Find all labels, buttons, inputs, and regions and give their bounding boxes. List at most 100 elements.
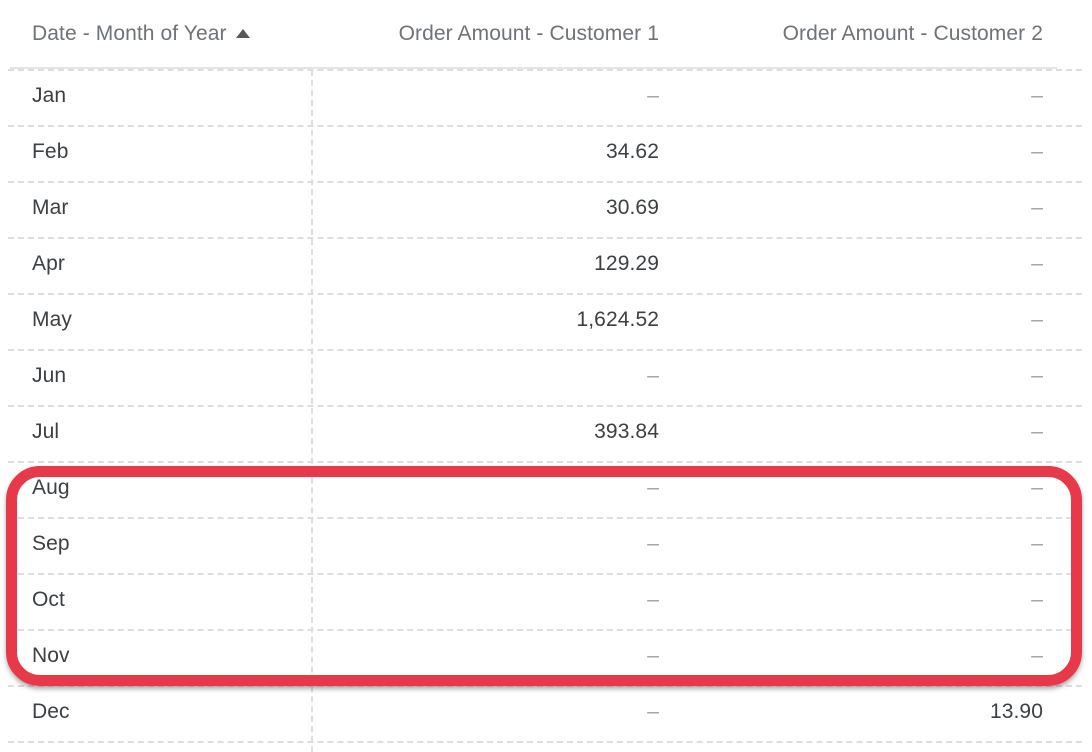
- null-value-dash: –: [1031, 476, 1043, 499]
- null-value-dash: –: [647, 700, 659, 723]
- null-value-dash: –: [1031, 588, 1043, 611]
- row-divider: [8, 125, 1082, 127]
- null-value-dash: –: [647, 644, 659, 667]
- month-cell-label: Apr: [32, 252, 65, 275]
- customer-1-value-cell: –: [311, 572, 683, 628]
- month-cell: Jun: [0, 348, 311, 404]
- customer-2-value-cell: –: [683, 572, 1092, 628]
- month-cell: Oct: [0, 572, 311, 628]
- customer-1-value-cell: –: [311, 68, 683, 124]
- month-cell: May: [0, 292, 311, 348]
- month-cell-label: Oct: [32, 588, 65, 611]
- customer-2-value-cell: –: [683, 460, 1092, 516]
- null-value-dash: –: [1031, 84, 1043, 107]
- customer-2-value-cell: –: [683, 124, 1092, 180]
- header-row: Date - Month of Year Order Amount - Cust…: [0, 0, 1092, 68]
- customer-1-value-cell-label: 34.62: [605, 140, 659, 163]
- month-cell: Feb: [0, 124, 311, 180]
- month-cell: Jan: [0, 68, 311, 124]
- table-row[interactable]: Jan – –: [0, 68, 1092, 124]
- table-row[interactable]: Mar 30.69 –: [0, 180, 1092, 236]
- month-cell: Dec: [0, 684, 311, 740]
- table-header: Date - Month of Year Order Amount - Cust…: [0, 0, 1092, 68]
- customer-1-value-cell: 34.62: [311, 124, 683, 180]
- column-header-customer-2[interactable]: Order Amount - Customer 2: [683, 0, 1092, 68]
- customer-1-value-cell-label: 1,624.52: [576, 308, 659, 331]
- customer-1-value-cell-label: 129.29: [594, 252, 659, 275]
- row-divider: [8, 405, 1082, 407]
- column-header-date-label: Date - Month of Year: [32, 22, 227, 45]
- null-value-dash: –: [1031, 140, 1043, 163]
- sort-ascending-triangle-icon[interactable]: [235, 29, 250, 38]
- customer-1-value-cell: –: [311, 516, 683, 572]
- month-cell: Aug: [0, 460, 311, 516]
- customer-2-value-cell: –: [683, 628, 1092, 684]
- month-cell-label: Sep: [32, 532, 70, 555]
- null-value-dash: –: [1031, 420, 1043, 443]
- table-row[interactable]: Feb 34.62 –: [0, 124, 1092, 180]
- month-cell-label: Jan: [32, 84, 67, 107]
- month-cell-label: May: [32, 308, 72, 331]
- customer-2-value-cell-label: 13.90: [989, 700, 1043, 723]
- column-header-date[interactable]: Date - Month of Year: [0, 0, 311, 68]
- row-divider: [8, 293, 1082, 295]
- customer-2-value-cell: –: [683, 68, 1092, 124]
- table-row[interactable]: May 1,624.52 –: [0, 292, 1092, 348]
- customer-2-value-cell: –: [683, 404, 1092, 460]
- table-body: Jan – – Feb 34.62 – Mar 30.69 – Apr 129.29 – May 1,62…: [0, 68, 1092, 740]
- customer-1-value-cell: 393.84: [311, 404, 683, 460]
- null-value-dash: –: [647, 532, 659, 555]
- customer-1-value-cell-label: 30.69: [605, 196, 659, 219]
- column-header-customer-2-label: Order Amount - Customer 2: [782, 22, 1043, 45]
- table-row[interactable]: Apr 129.29 –: [0, 236, 1092, 292]
- customer-1-value-cell: –: [311, 348, 683, 404]
- month-cell: Jul: [0, 404, 311, 460]
- customer-2-value-cell: –: [683, 348, 1092, 404]
- crosstab-viewport: Date - Month of Year Order Amount - Cust…: [0, 0, 1092, 752]
- customer-1-value-cell: –: [311, 684, 683, 740]
- customer-2-value-cell: –: [683, 236, 1092, 292]
- month-cell-label: Feb: [32, 140, 69, 163]
- null-value-dash: –: [647, 84, 659, 107]
- month-cell: Sep: [0, 516, 311, 572]
- month-cell-label: Jun: [32, 364, 67, 387]
- null-value-dash: –: [647, 364, 659, 387]
- null-value-dash: –: [1031, 364, 1043, 387]
- customer-1-value-cell: 1,624.52: [311, 292, 683, 348]
- customer-2-value-cell: –: [683, 180, 1092, 236]
- null-value-dash: –: [1031, 644, 1043, 667]
- customer-2-value-cell: –: [683, 292, 1092, 348]
- row-divider: [8, 741, 1082, 743]
- table-row[interactable]: Jul 393.84 –: [0, 404, 1092, 460]
- null-value-dash: –: [1031, 308, 1043, 331]
- month-cell-label: Aug: [32, 476, 70, 499]
- column-header-customer-1-label: Order Amount - Customer 1: [398, 22, 659, 45]
- customer-1-value-cell: –: [311, 460, 683, 516]
- customer-1-value-cell: 129.29: [311, 236, 683, 292]
- customer-1-value-cell: –: [311, 628, 683, 684]
- month-cell-label: Jul: [32, 420, 60, 443]
- row-divider: [8, 517, 1082, 519]
- row-divider: [8, 181, 1082, 183]
- month-cell: Apr: [0, 236, 311, 292]
- table-row[interactable]: Oct – –: [0, 572, 1092, 628]
- row-divider: [8, 237, 1082, 239]
- month-cell: Nov: [0, 628, 311, 684]
- null-value-dash: –: [1031, 196, 1043, 219]
- row-divider: [8, 685, 1082, 687]
- table-row[interactable]: Jun – –: [0, 348, 1092, 404]
- row-divider: [8, 69, 1082, 71]
- table-row[interactable]: Nov – –: [0, 628, 1092, 684]
- row-divider: [8, 461, 1082, 463]
- null-value-dash: –: [1031, 532, 1043, 555]
- null-value-dash: –: [647, 588, 659, 611]
- column-divider-vertical: [311, 70, 313, 752]
- table-row[interactable]: Sep – –: [0, 516, 1092, 572]
- column-header-customer-1[interactable]: Order Amount - Customer 1: [311, 0, 683, 68]
- month-cell: Mar: [0, 180, 311, 236]
- table-row[interactable]: Aug – –: [0, 460, 1092, 516]
- customer-2-value-cell: –: [683, 516, 1092, 572]
- customer-2-value-cell: 13.90: [683, 684, 1092, 740]
- month-cell-label: Mar: [32, 196, 69, 219]
- table-row[interactable]: Dec – 13.90: [0, 684, 1092, 740]
